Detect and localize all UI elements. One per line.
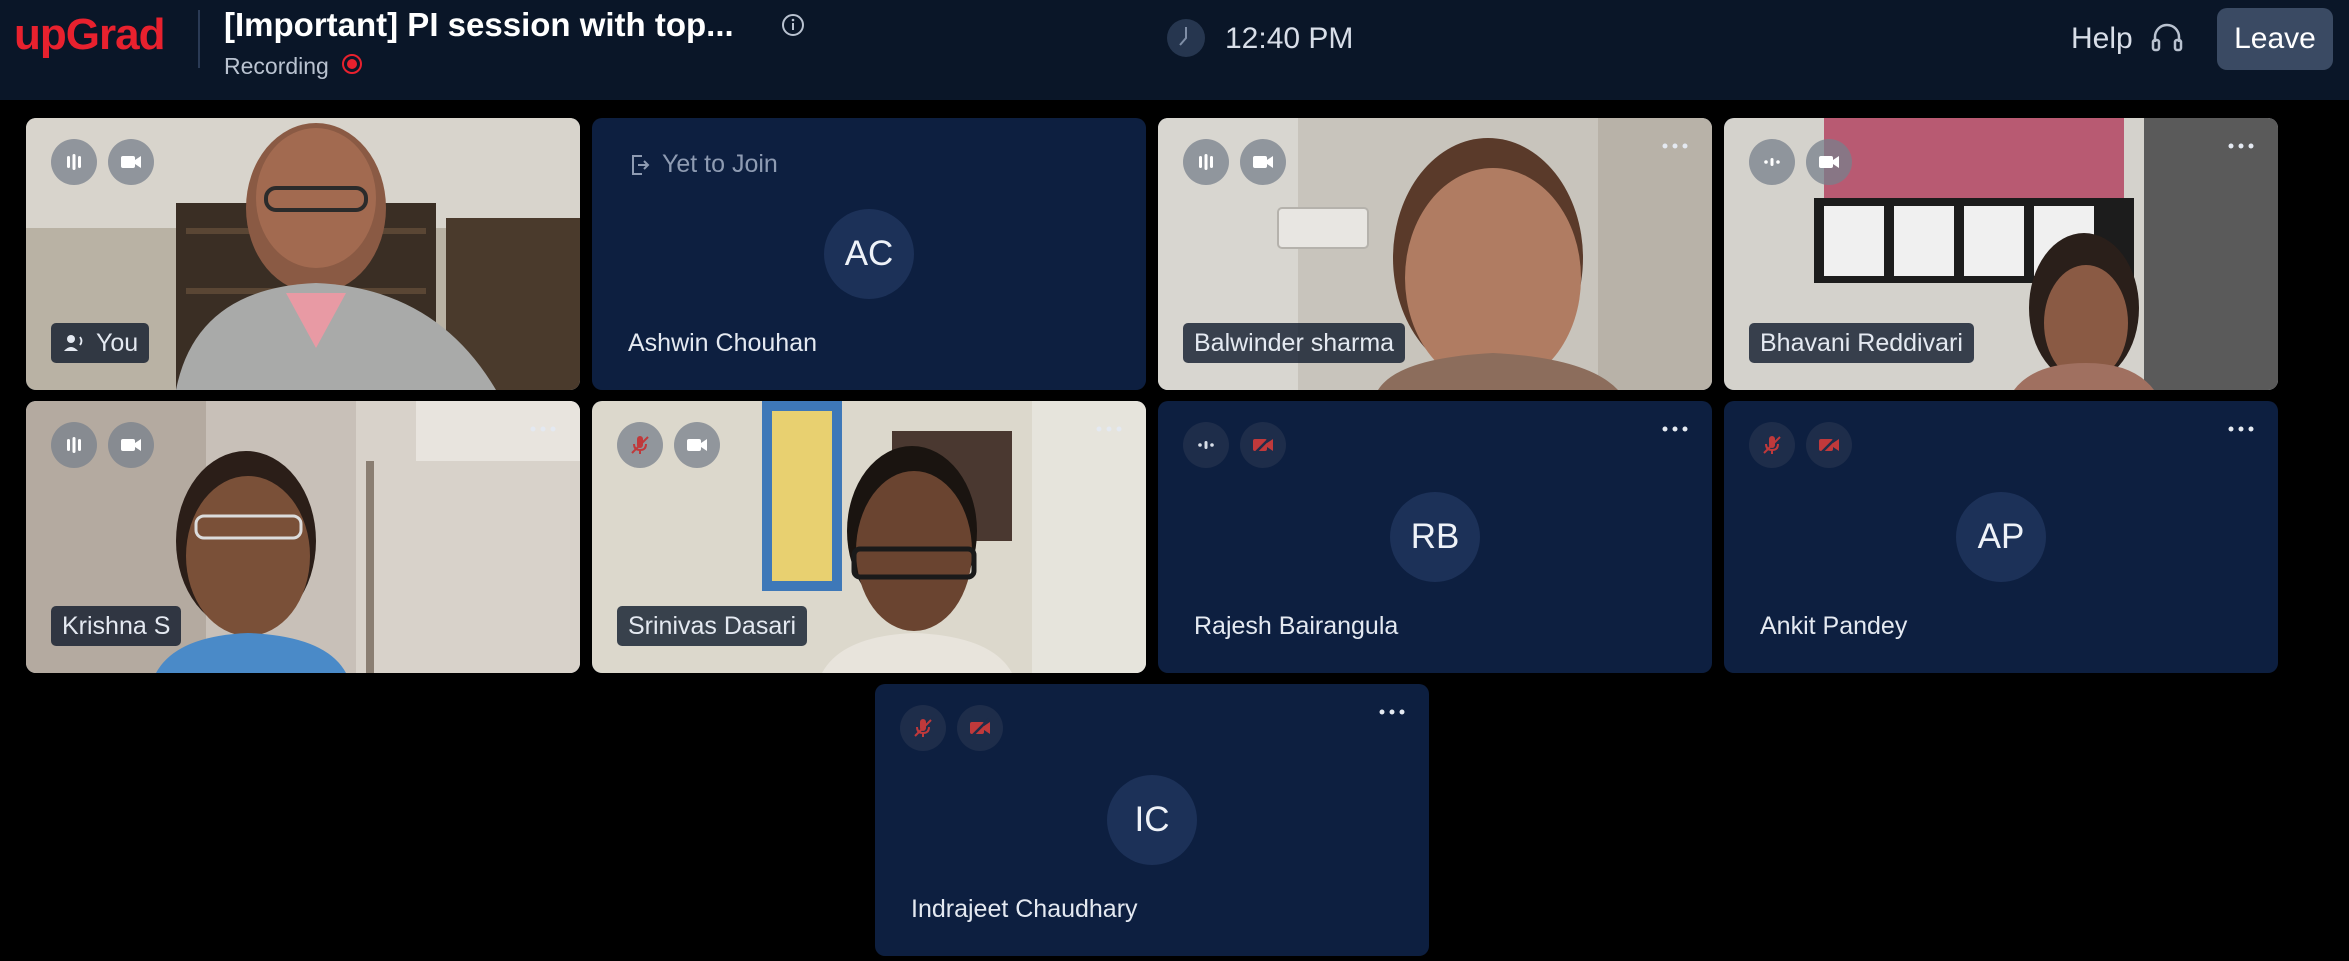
participant-tile-balwinder-sharma[interactable]: Balwinder sharma — [1158, 118, 1712, 390]
camera-status — [1240, 139, 1286, 185]
participant-tile-bhavani-reddivari[interactable]: Bhavani Reddivari — [1724, 118, 2278, 390]
help-link[interactable]: Help — [2071, 22, 2133, 56]
speaker-person-icon — [64, 335, 83, 351]
camera-status — [1806, 139, 1852, 185]
camera-status — [957, 705, 1003, 751]
mic-muted-icon — [631, 436, 649, 454]
recording-indicator-icon — [342, 54, 362, 74]
audio-idle-icon — [1198, 441, 1214, 449]
session-title: [Important] PI session with top... — [224, 6, 734, 43]
camera-status — [674, 422, 720, 468]
audio-level-indicator — [51, 139, 97, 185]
participant-avatar: AP — [1956, 492, 2046, 582]
participant-name-tag: Krishna S — [51, 606, 182, 646]
yet-to-join-status: Yet to Join — [628, 150, 778, 179]
mic-muted-icon — [914, 719, 932, 737]
participant-name-tag: You — [51, 323, 150, 363]
more-options-icon[interactable] — [1660, 140, 1690, 152]
participant-tile-srinivas-dasari[interactable]: Srinivas Dasari — [592, 401, 1146, 673]
join-door-icon — [632, 154, 650, 175]
camera-status — [1806, 422, 1852, 468]
audio-level-indicator — [1183, 139, 1229, 185]
participant-tile-ankit-pandey[interactable]: AP Ankit Pandey — [1724, 401, 2278, 673]
info-icon[interactable] — [781, 13, 805, 37]
mic-muted-icon — [1763, 436, 1781, 454]
participant-name-tag: Ashwin Chouhan — [628, 328, 818, 357]
participant-avatar: IC — [1107, 775, 1197, 865]
video-camera-icon — [121, 439, 141, 451]
audio-idle-icon — [1764, 158, 1780, 166]
participant-avatar: AC — [824, 209, 914, 299]
audio-wave-icon — [1199, 154, 1213, 170]
participant-name: You — [96, 328, 139, 357]
video-camera-icon — [121, 156, 141, 168]
video-camera-icon — [1253, 156, 1273, 168]
participant-tile-you[interactable]: You — [26, 118, 580, 390]
audio-level-indicator — [1749, 139, 1795, 185]
header-divider — [198, 10, 200, 68]
participant-tile-krishna-s[interactable]: Krishna S — [26, 401, 580, 673]
clock-icon — [1167, 19, 1205, 57]
top-bar: upGrad [Important] PI session with top..… — [0, 0, 2349, 100]
video-camera-icon — [1819, 156, 1839, 168]
participant-name-tag: Srinivas Dasari — [617, 606, 808, 646]
more-options-icon[interactable] — [1377, 706, 1407, 718]
more-options-icon[interactable] — [2226, 140, 2256, 152]
participant-avatar: RB — [1390, 492, 1480, 582]
more-options-icon[interactable] — [1660, 423, 1690, 435]
clock-time: 12:40 PM — [1225, 22, 1354, 55]
participant-name-tag: Indrajeet Chaudhary — [911, 894, 1138, 923]
participant-tile-rajesh-bairangula[interactable]: RB Rajesh Bairangula — [1158, 401, 1712, 673]
camera-status — [108, 139, 154, 185]
audio-level-indicator — [51, 422, 97, 468]
microphone-status — [900, 705, 946, 751]
participant-name-tag: Ankit Pandey — [1760, 611, 1908, 640]
video-off-icon — [1253, 435, 1273, 455]
audio-level-indicator — [1183, 422, 1229, 468]
upgrad-logo: upGrad — [14, 10, 165, 59]
more-options-icon[interactable] — [2226, 423, 2256, 435]
video-camera-icon — [687, 439, 707, 451]
leave-button[interactable]: Leave — [2217, 8, 2333, 70]
video-off-icon — [970, 718, 990, 738]
participant-name-tag: Balwinder sharma — [1183, 323, 1406, 363]
participant-tile-ashwin-chouhan[interactable]: Yet to Join AC Ashwin Chouhan — [592, 118, 1146, 390]
headset-icon[interactable] — [2149, 20, 2185, 56]
audio-wave-icon — [67, 437, 81, 453]
recording-label: Recording — [224, 53, 329, 79]
participant-name-tag: Rajesh Bairangula — [1194, 611, 1399, 640]
camera-status — [1240, 422, 1286, 468]
more-options-icon[interactable] — [1094, 423, 1124, 435]
microphone-status — [617, 422, 663, 468]
video-off-icon — [1819, 435, 1839, 455]
more-options-icon[interactable] — [528, 423, 558, 435]
participant-tile-indrajeet-chaudhary[interactable]: IC Indrajeet Chaudhary — [875, 684, 1429, 956]
participant-name-tag: Bhavani Reddivari — [1749, 323, 1974, 363]
microphone-status — [1749, 422, 1795, 468]
audio-wave-icon — [67, 154, 81, 170]
camera-status — [108, 422, 154, 468]
yet-to-join-label: Yet to Join — [662, 150, 778, 178]
